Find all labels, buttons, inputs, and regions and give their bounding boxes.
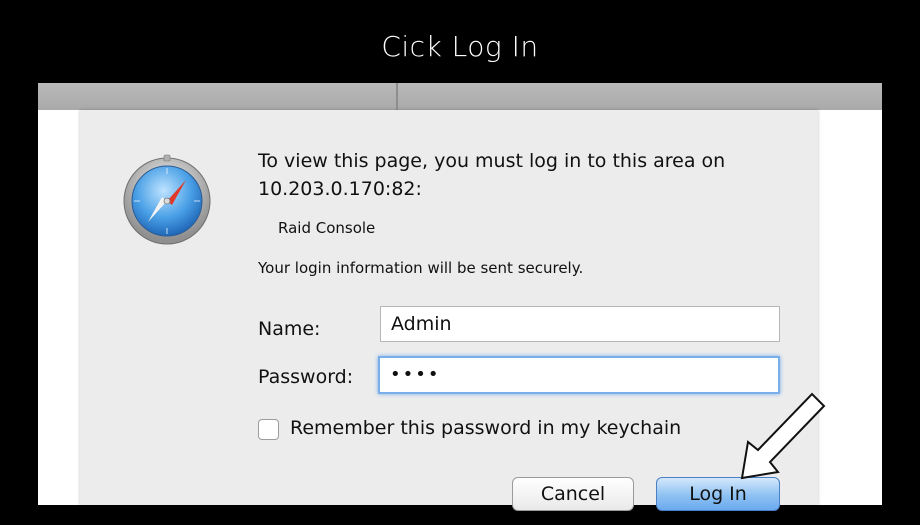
tutorial-caption: Cick Log In: [381, 30, 539, 63]
password-label: Password:: [258, 366, 354, 388]
login-message: To view this page, you must log in to th…: [258, 150, 726, 200]
realm-name: Raid Console: [278, 219, 376, 237]
secure-note: Your login information will be sent secu…: [258, 259, 584, 277]
password-field[interactable]: ••••: [378, 356, 780, 394]
frame-left: [0, 0, 38, 525]
remember-label[interactable]: Remember this password in my keychain: [290, 417, 681, 439]
arrow-pointer-icon: [740, 392, 826, 480]
name-label: Name:: [258, 318, 321, 340]
frame-bottom: [0, 505, 920, 525]
page-background-left: [38, 110, 80, 505]
remember-checkbox[interactable]: [258, 419, 279, 440]
cancel-button[interactable]: Cancel: [512, 477, 634, 511]
frame-right: [882, 0, 920, 525]
browser-toolbar: [38, 83, 882, 110]
safari-compass-icon: [123, 154, 211, 245]
name-field[interactable]: Admin: [380, 306, 780, 342]
toolbar-divider: [396, 83, 398, 110]
